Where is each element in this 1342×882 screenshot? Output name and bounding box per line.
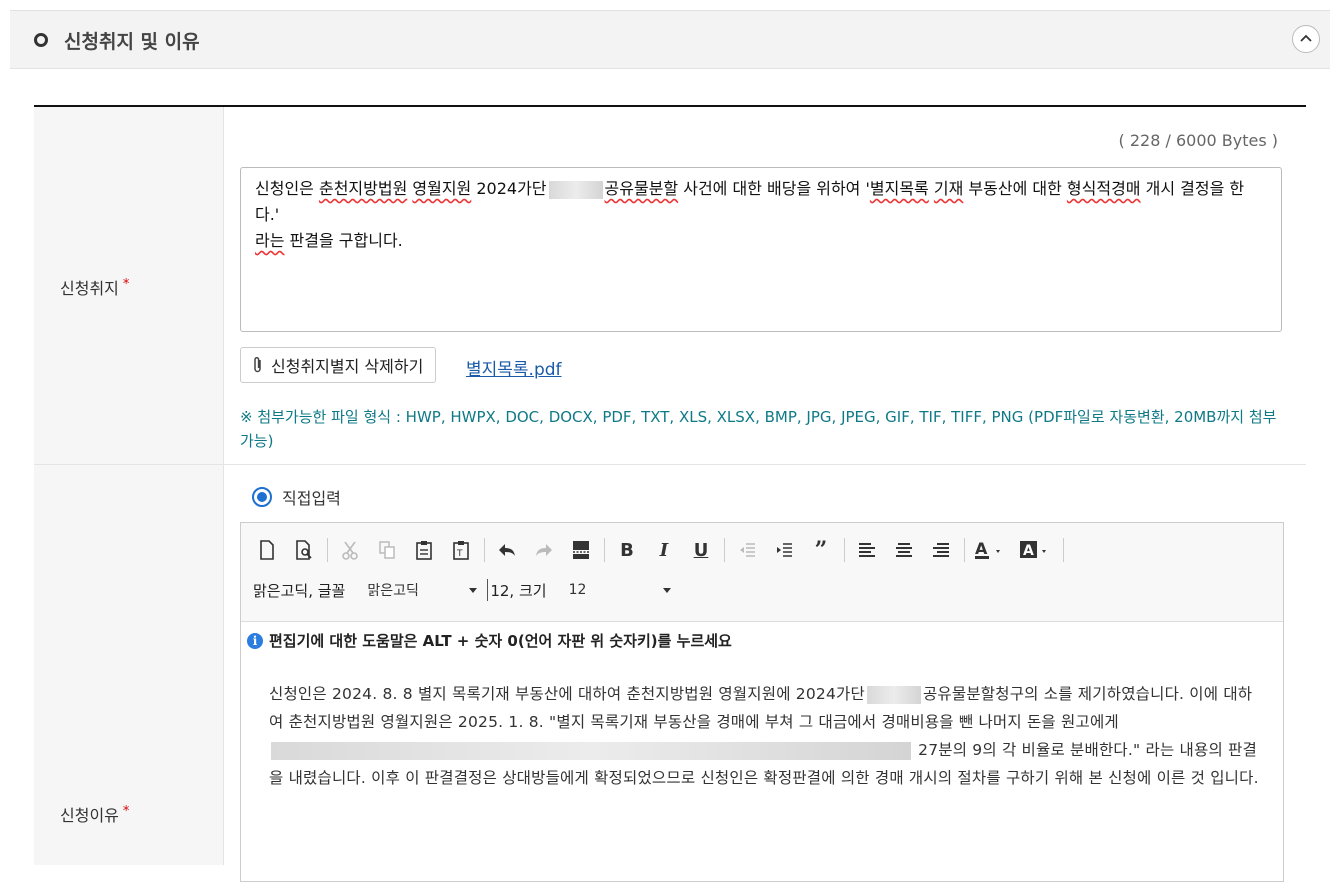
blockquote-icon[interactable]: ” [807,537,835,563]
section-header: 신청취지 및 이유 [10,10,1330,69]
font-select[interactable]: 맑은고딕 [367,580,478,600]
purpose-text: 부동산에 대한 [963,179,1067,198]
reason-paragraph: 신청인은 2024. 8. 8 별지 목록기재 부동산에 대하여 춘천지방법원 … [269,680,1259,792]
svg-text:T: T [456,549,463,559]
purpose-label-text: 신청취지 [60,279,119,298]
info-icon: i [247,632,263,649]
purpose-row: 신청취지 * ( 228 / 6000 Bytes ) 신청인은 춘천지방법원 영… [34,107,1306,465]
reason-text: 신청인은 2024. 8. 8 별지 목록기재 부동산에 대하여 춘천지방법원 … [269,685,865,703]
svg-text:A: A [1023,543,1034,559]
attached-file-link[interactable]: 별지목록.pdf [466,355,562,380]
text-color-icon[interactable]: A [973,537,1009,563]
size-select-value: 12 [568,582,587,598]
new-doc-icon[interactable] [253,537,281,563]
toolbar-separator [724,538,725,562]
cut-icon[interactable] [336,537,364,563]
purpose-text: 영월지원 [412,179,472,198]
collapse-button[interactable] [1292,25,1320,53]
redacted-block [548,180,603,199]
copy-icon[interactable] [373,537,401,563]
editor-help: i 편집기에 대한 도움말은 ALT + 숫자 0(언어 자판 위 숫자키)를 … [247,630,732,651]
purpose-text: 사건에 대한 배당을 위하여 ' [678,179,870,198]
reason-label-cell: 신청이유 * [34,465,224,865]
circle-bullet-icon [34,33,48,47]
toolbar-separator [484,538,485,562]
direct-input-radio[interactable] [252,487,272,507]
italic-icon[interactable]: I [650,537,678,563]
purpose-text: 기재 [933,179,964,198]
purpose-text: 공유물분할 [604,179,679,198]
align-center-icon[interactable] [890,537,918,563]
undo-icon[interactable] [493,537,521,563]
purpose-text: 신청인은 [255,179,319,198]
font-label: 맑은고딕, 글꼴 [253,581,346,600]
required-marker: * [122,804,130,819]
paste-icon[interactable] [410,537,438,563]
toolbar-separator [604,538,605,562]
paperclip-icon [254,356,261,373]
delete-attachment-label: 신청취지별지 삭제하기 [271,357,424,376]
redacted-block [866,685,921,704]
page-break-icon[interactable] [567,537,595,563]
purpose-text: 라는 [255,231,285,250]
editor-toolbar: T B I U ” A A 맑은고딕, 글꼴 맑은고딕 12, 크기 12 [241,523,1283,622]
purpose-textarea[interactable]: 신청인은 춘천지방법원 영월지원 2024가단 공유물분할 사건에 대한 배당을 … [240,167,1282,332]
purpose-label-cell: 신청취지 * [34,107,224,464]
purpose-text: 춘천지방법원 [318,179,408,198]
toolbar-separator [964,538,965,562]
file-format-notice: ※ 첨부가능한 파일 형식 : HWP, HWPX, DOC, DOCX, PD… [240,408,1277,450]
direct-input-option[interactable]: 직접입력 [252,485,341,509]
redo-icon[interactable] [530,537,558,563]
paste-text-icon[interactable]: T [447,537,475,563]
size-label: 12, 크기 [490,581,547,600]
direct-input-label: 직접입력 [282,489,341,508]
application-form: 신청취지 * ( 228 / 6000 Bytes ) 신청인은 춘천지방법원 영… [34,105,1306,882]
svg-text:A: A [975,540,988,558]
toolbar-separator [844,538,845,562]
redacted-block [271,741,911,760]
editor-help-text: 편집기에 대한 도움말은 ALT + 숫자 0(언어 자판 위 숫자키)를 누르… [269,632,732,650]
reason-label: 신청이유 * [60,802,129,826]
section-title: 신청취지 및 이유 [64,31,200,53]
bold-icon[interactable]: B [613,537,641,563]
required-marker: * [122,277,130,292]
toolbar-separator [327,538,328,562]
purpose-text: 2024가단 [471,179,547,198]
collapse-up-icon [1300,34,1312,42]
size-select[interactable]: 12 [569,582,671,598]
toolbar-separator [1063,538,1064,562]
align-right-icon[interactable] [927,537,955,563]
editor-content[interactable]: i 편집기에 대한 도움말은 ALT + 숫자 0(언어 자판 위 숫자키)를 … [241,622,1283,881]
delete-attachment-button[interactable]: 신청취지별지 삭제하기 [240,347,437,383]
indent-icon[interactable] [770,537,798,563]
underline-icon[interactable]: U [687,537,715,563]
reason-row: 신청이유 * 직접입력 T B I U ” A A 맑은고딕, 글꼴 맑은고딕 … [34,465,1306,882]
bg-color-icon[interactable]: A [1018,537,1054,563]
reason-label-text: 신청이유 [60,806,119,825]
chevron-down-icon [662,587,671,593]
outdent-icon[interactable] [733,537,761,563]
preview-icon[interactable] [290,537,318,563]
chevron-down-icon [469,587,478,593]
purpose-label: 신청취지 * [60,275,129,299]
rich-text-editor: T B I U ” A A 맑은고딕, 글꼴 맑은고딕 12, 크기 12 i … [240,522,1284,882]
align-left-icon[interactable] [853,537,881,563]
font-select-value: 맑은고딕 [367,583,419,599]
purpose-text: 판결을 구합니다. [284,231,403,250]
byte-counter: ( 228 / 6000 Bytes ) [1118,131,1278,150]
text-cursor [487,579,489,601]
purpose-text: 별지목록 [869,179,929,198]
purpose-text: 형식적경매 [1066,179,1141,198]
